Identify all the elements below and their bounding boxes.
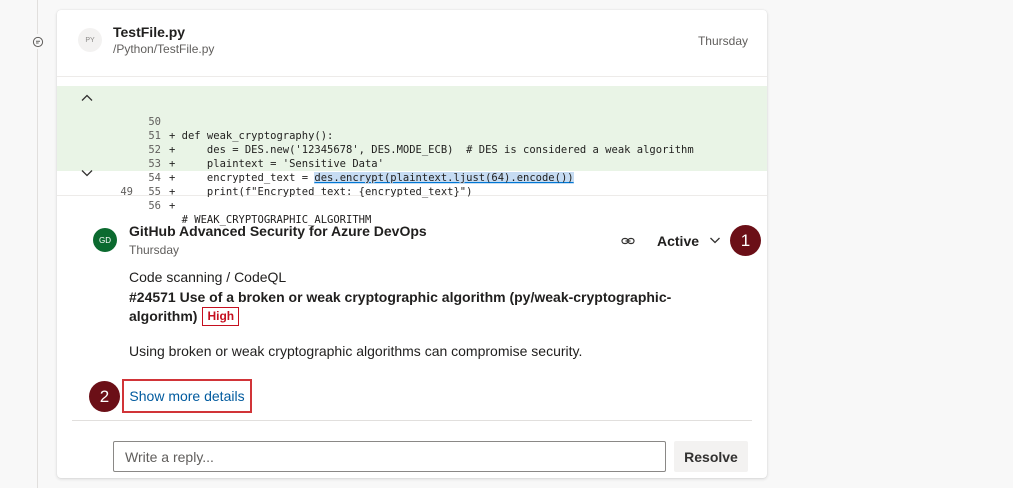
code-line: 53 + encrypted_text = des.encrypt(plaint… — [57, 129, 767, 184]
resolve-button[interactable]: Resolve — [674, 441, 748, 472]
code-line: 50 + def weak_cryptography(): — [57, 87, 767, 142]
code-line: 54 + print(f"Encrypted text: {encrypted_… — [57, 143, 767, 198]
alert-description: Using broken or weak cryptographic algor… — [129, 343, 583, 359]
file-name[interactable]: TestFile.py — [113, 24, 185, 40]
file-type-icon: PY — [78, 28, 102, 52]
file-path: /Python/TestFile.py — [113, 42, 215, 56]
status-dropdown[interactable]: Active — [657, 233, 721, 249]
status-label: Active — [657, 233, 700, 249]
author-name: GitHub Advanced Security for Azure DevOp… — [129, 223, 427, 239]
callout-badge-2: 2 — [89, 381, 120, 412]
comment-thread-card: PY TestFile.py /Python/TestFile.py Thurs… — [57, 10, 767, 478]
avatar: GD — [93, 228, 117, 252]
alert-source: Code scanning / CodeQL — [129, 269, 287, 285]
show-more-highlight: Show more details — [122, 379, 252, 413]
code-text: + print(f"Encrypted text: {encrypted_tex… — [169, 186, 473, 198]
file-date: Thursday — [697, 34, 748, 48]
new-line-number: 55 — [148, 186, 161, 198]
show-more-details-link[interactable]: Show more details — [129, 388, 244, 404]
new-line-number: 56 — [148, 200, 161, 212]
timeline-line — [37, 0, 38, 488]
alert-title: #24571 Use of a broken or weak cryptogra… — [129, 288, 699, 326]
chevron-down-icon — [709, 233, 721, 249]
file-header: PY TestFile.py /Python/TestFile.py Thurs… — [57, 10, 767, 76]
old-line-number: 49 — [120, 186, 133, 198]
code-line: 51 + des = DES.new('12345678', DES.MODE_… — [57, 101, 767, 156]
comment-icon — [30, 34, 45, 49]
code-diff-view: 50 + def weak_cryptography(): 51 + des =… — [57, 76, 767, 226]
code-line: 52 + plaintext = 'Sensitive Data' — [57, 115, 767, 170]
comment-date: Thursday — [129, 243, 180, 257]
reply-input[interactable] — [113, 441, 666, 472]
code-line: 49 56 # WEAK_CRYPTOGRAPHIC_ALGORITHM — [57, 171, 767, 226]
code-line: 55 + — [57, 157, 767, 212]
divider — [72, 420, 752, 421]
link-icon[interactable] — [620, 233, 636, 249]
severity-badge: High — [202, 307, 240, 326]
callout-badge-1: 1 — [730, 225, 761, 256]
code-text: + — [169, 200, 176, 212]
